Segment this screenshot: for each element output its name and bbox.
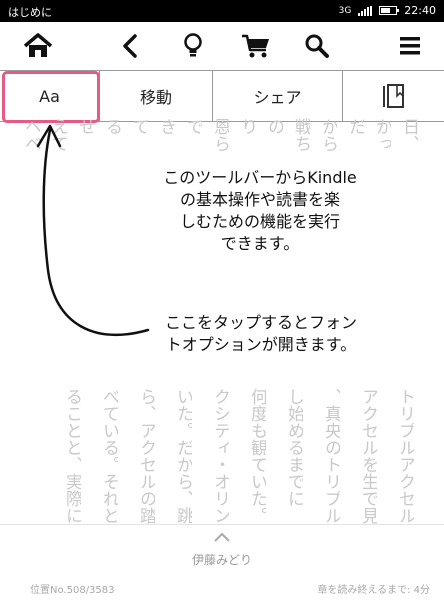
- bottom-divider: [0, 524, 444, 525]
- chevron-up-icon[interactable]: [212, 531, 232, 543]
- hint-arrow: [36, 124, 150, 337]
- location-indicator: 位置No.508/3583: [30, 585, 115, 596]
- time-left-indicator: 章を読み終えるまで: 4分: [317, 585, 430, 596]
- author-name: 伊藤みどり: [191, 553, 252, 567]
